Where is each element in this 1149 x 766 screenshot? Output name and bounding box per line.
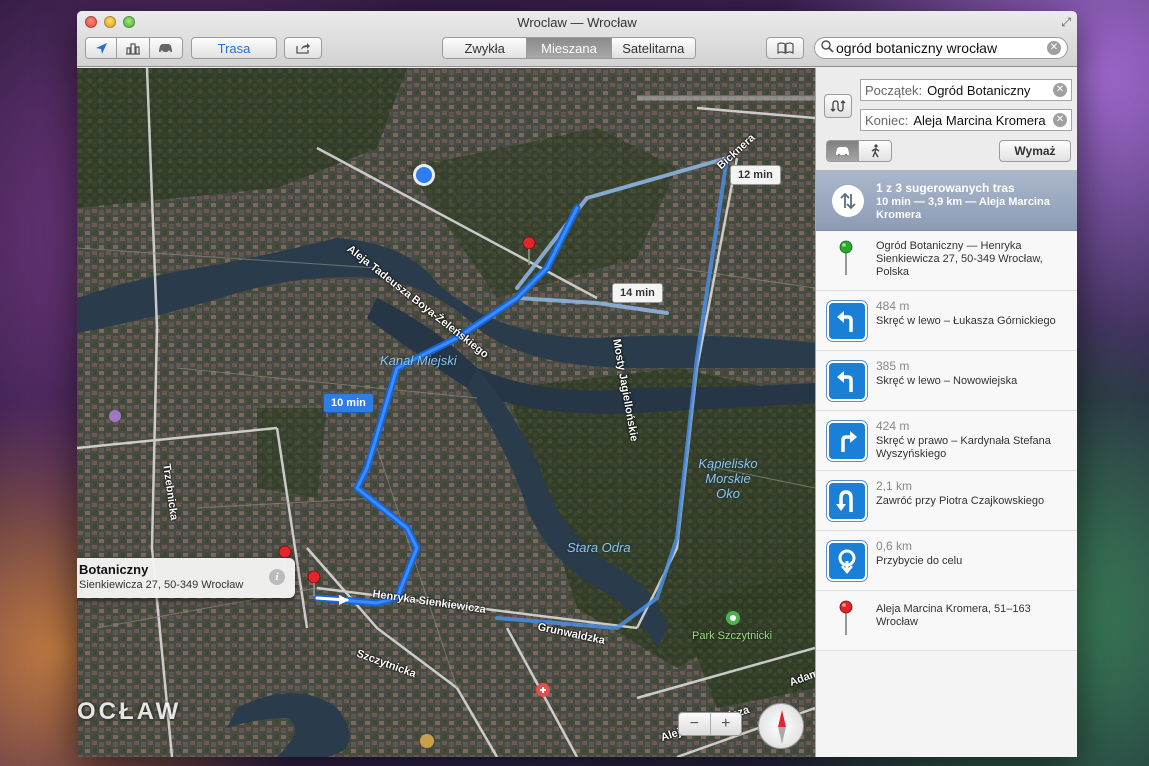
- end-input[interactable]: Aleja Marcina Kromera: [913, 113, 1053, 128]
- zoom-control: − +: [678, 712, 742, 736]
- direction-step[interactable]: 424 m Skręć w prawo – Kardynała Stefana …: [816, 411, 1077, 471]
- view-mode-group: Zwykła Mieszana Satelitarna: [442, 37, 696, 59]
- traffic-car-icon[interactable]: [149, 38, 182, 58]
- water-label: Stara Odra: [567, 540, 631, 555]
- step-distance: 385 m: [876, 359, 910, 373]
- turn-left-icon: [827, 361, 867, 401]
- bookmarks-button[interactable]: [766, 37, 804, 59]
- route-time-bubble[interactable]: 10 min: [323, 393, 374, 413]
- maps-window: Wroclaw — Wrocław ⤢ Trasa Zwykła Mieszan…: [77, 11, 1077, 757]
- start-clear-icon[interactable]: ✕: [1053, 83, 1067, 97]
- end-field[interactable]: Koniec: Aleja Marcina Kromera ✕: [860, 109, 1072, 131]
- u-turn-icon: [827, 481, 867, 521]
- walking-icon: [871, 144, 879, 158]
- car-icon: [836, 146, 849, 156]
- park-label: Park Szczytnicki: [692, 630, 773, 642]
- directions-panel: Początek: Ogród Botaniczny ✕ Koniec: Ale…: [815, 68, 1077, 757]
- location-arrow-icon[interactable]: [86, 38, 118, 58]
- route-start-point[interactable]: Ogród Botaniczny — Henryka Sienkiewicza …: [816, 231, 1077, 291]
- route-summary-title: 1 z 3 sugerowanych tras: [876, 181, 1015, 195]
- end-label: Koniec:: [865, 112, 909, 128]
- search-clear-icon[interactable]: ✕: [1047, 41, 1061, 55]
- clear-route-button[interactable]: Wymaż: [999, 140, 1071, 162]
- callout-title: Botaniczny: [79, 562, 149, 577]
- route-options-icon: [832, 185, 864, 217]
- search-field[interactable]: ogród botaniczny wrocław ✕: [814, 37, 1068, 59]
- search-icon: [821, 40, 834, 56]
- map-imagery: [77, 68, 815, 757]
- alt-route-time-bubble[interactable]: 14 min: [612, 283, 663, 303]
- start-input[interactable]: Ogród Botaniczny: [927, 83, 1053, 98]
- step-distance: 0,6 km: [876, 539, 913, 553]
- window-title: Wroclaw — Wrocław: [517, 15, 637, 30]
- turn-left-icon: [827, 301, 867, 341]
- step-description: Skręć w prawo – Kardynała Stefana Wyszyń…: [876, 435, 1051, 460]
- zoom-in-button[interactable]: +: [710, 713, 741, 735]
- step-description: Skręć w lewo – Łukasza Górnickiego: [876, 315, 1056, 327]
- start-label: Początek:: [865, 82, 923, 98]
- step-distance: 2,1 km: [876, 479, 913, 493]
- titlebar: Wroclaw — Wrocław ⤢ Trasa Zwykła Mieszan…: [77, 11, 1077, 67]
- map-view[interactable]: Aleja Tadeusza Boya-Żeleńskiego Henryka …: [77, 68, 815, 757]
- arrive-icon: [827, 541, 867, 581]
- transport-mode-group: [826, 140, 892, 162]
- start-field[interactable]: Początek: Ogród Botaniczny ✕: [860, 79, 1072, 101]
- direction-step[interactable]: 385 m Skręć w lewo – Nowowiejska: [816, 351, 1077, 411]
- book-icon: [776, 42, 794, 54]
- info-icon[interactable]: i: [269, 569, 285, 585]
- start-point-text: Ogród Botaniczny — Henryka Sienkiewicza …: [876, 240, 1043, 278]
- zoom-out-button[interactable]: −: [679, 713, 711, 735]
- water-label: Kąpielisko Morskie Oko: [698, 456, 758, 501]
- turn-right-icon: [827, 421, 867, 461]
- step-description: Przybycie do celu: [876, 555, 963, 567]
- step-distance: 424 m: [876, 419, 910, 433]
- fullscreen-icon[interactable]: ⤢: [1061, 15, 1071, 30]
- step-description: Zawróć przy Piotra Czajkowskiego: [876, 495, 1045, 507]
- swap-route-button[interactable]: [824, 94, 852, 118]
- direction-step[interactable]: 2,1 km Zawróć przy Piotra Czajkowskiego: [816, 471, 1077, 531]
- city-label: OCŁAW: [77, 698, 182, 725]
- water-label: Kanał Miejski: [380, 353, 457, 368]
- end-clear-icon[interactable]: ✕: [1053, 113, 1067, 127]
- driving-mode-button[interactable]: [827, 141, 859, 161]
- view-standard-button[interactable]: Zwykła: [443, 38, 528, 58]
- view-satellite-button[interactable]: Satelitarna: [611, 38, 695, 58]
- route-button[interactable]: Trasa: [191, 37, 277, 59]
- route-summary-subtitle: 10 min — 3,9 km — Aleja Marcina Kromera: [876, 196, 1050, 221]
- directions-header: Początek: Ogród Botaniczny ✕ Koniec: Ale…: [816, 68, 1077, 171]
- share-icon: [295, 43, 310, 54]
- walking-mode-button[interactable]: [859, 141, 891, 161]
- red-pin-icon: [836, 599, 856, 639]
- map-tools-group: [85, 37, 183, 59]
- direction-step[interactable]: 0,6 km Przybycie do celu: [816, 531, 1077, 591]
- compass-icon[interactable]: [758, 703, 804, 749]
- green-pin-icon: [836, 239, 856, 279]
- callout-subtitle: Sienkiewicza 27, 50-349 Wrocław: [79, 579, 244, 591]
- 3d-buildings-icon[interactable]: [117, 38, 150, 58]
- end-point-text: Aleja Marcina Kromera, 51–163 Wrocław: [876, 603, 1031, 628]
- direction-step[interactable]: 484 m Skręć w lewo – Łukasza Górnickiego: [816, 291, 1077, 351]
- route-end-point[interactable]: Aleja Marcina Kromera, 51–163 Wrocław: [816, 591, 1077, 651]
- alt-route-time-bubble[interactable]: 12 min: [730, 165, 781, 185]
- share-button[interactable]: [284, 37, 322, 59]
- search-input[interactable]: ogród botaniczny wrocław: [836, 40, 1047, 56]
- swap-icon: [830, 100, 846, 112]
- location-callout[interactable]: Botaniczny Sienkiewicza 27, 50-349 Wrocł…: [77, 558, 295, 598]
- step-description: Skręć w lewo – Nowowiejska: [876, 375, 1018, 387]
- route-summary[interactable]: 1 z 3 sugerowanych tras 10 min — 3,9 km …: [816, 171, 1077, 231]
- step-distance: 484 m: [876, 299, 910, 313]
- view-hybrid-button[interactable]: Mieszana: [527, 38, 612, 58]
